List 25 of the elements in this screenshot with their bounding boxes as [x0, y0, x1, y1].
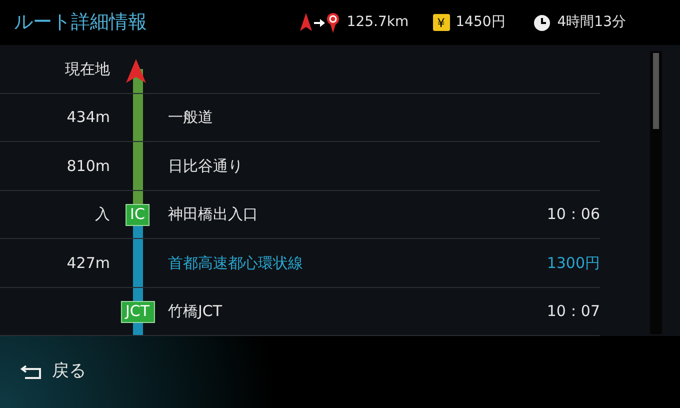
route-to-goal-icon [298, 10, 341, 34]
toll-text: 1450円 [456, 13, 506, 32]
road-name: 神田橋出入口 [168, 204, 258, 225]
distance-text: 125.7km [346, 13, 409, 32]
toll-icon: ¥ [432, 14, 450, 31]
road-name: 首都高速都心環状線 [168, 252, 303, 274]
row-info-text: 10：06 [546, 204, 600, 225]
road-name: 竹橋JCT [168, 301, 222, 322]
back-button[interactable]: 戻る [20, 359, 86, 385]
road-name: 日比谷通り [168, 156, 243, 176]
row-info-text: 10：07 [546, 301, 600, 322]
distance-label: 427m [66, 252, 110, 274]
duration-text: 4時間13分 [557, 13, 626, 32]
return-arrow-icon [20, 364, 44, 380]
distance-label: 現在地 [65, 58, 110, 80]
distance-label: 810m [66, 156, 110, 176]
distance-label: 入 [95, 204, 110, 225]
interchange-badge: JCT [120, 300, 155, 322]
scrollbar[interactable] [650, 51, 662, 334]
road-name: 一般道 [168, 107, 213, 128]
interchange-badge: IC [125, 204, 150, 226]
screen-title: ルート詳細情報 [14, 10, 147, 36]
distance-label: 434m [66, 107, 110, 128]
row-info-text: 1300円 [546, 252, 600, 274]
clock-icon [533, 14, 552, 32]
